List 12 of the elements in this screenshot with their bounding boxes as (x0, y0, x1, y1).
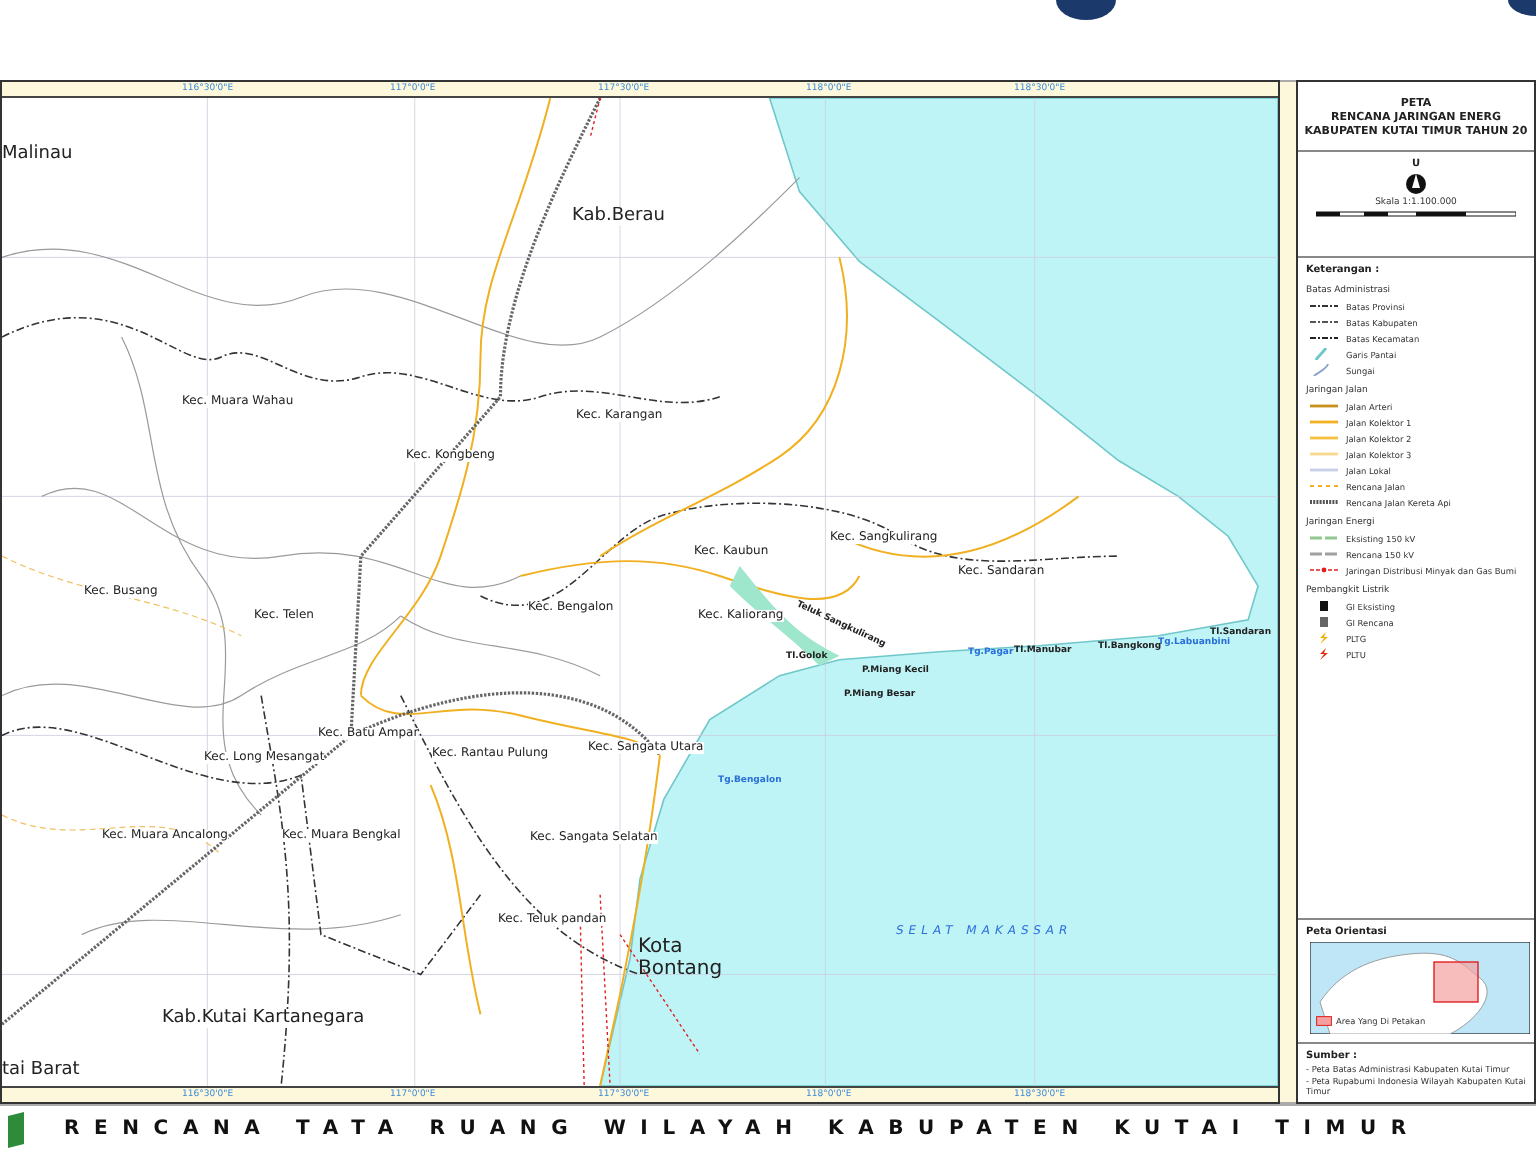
scale-bar-icon (1316, 210, 1516, 220)
emblem-icon (8, 1111, 28, 1147)
regency-label: Kab.Kutai Kartanegara (162, 1010, 365, 1028)
area-swatch-icon (1316, 1016, 1332, 1026)
footer-title: RENCANA TATA RUANG WILAYAH KABUPATEN KUTAI TIMUR (64, 1118, 1421, 1140)
city-label: Bontang (638, 960, 723, 980)
logo-icon (1508, 0, 1536, 16)
regency-label: Malinau (2, 146, 73, 164)
regency-label: tai Barat (2, 1062, 80, 1080)
logo-icon (1056, 0, 1116, 20)
city-label: Kota (638, 938, 683, 958)
regency-label: Kab.Berau (572, 208, 665, 226)
